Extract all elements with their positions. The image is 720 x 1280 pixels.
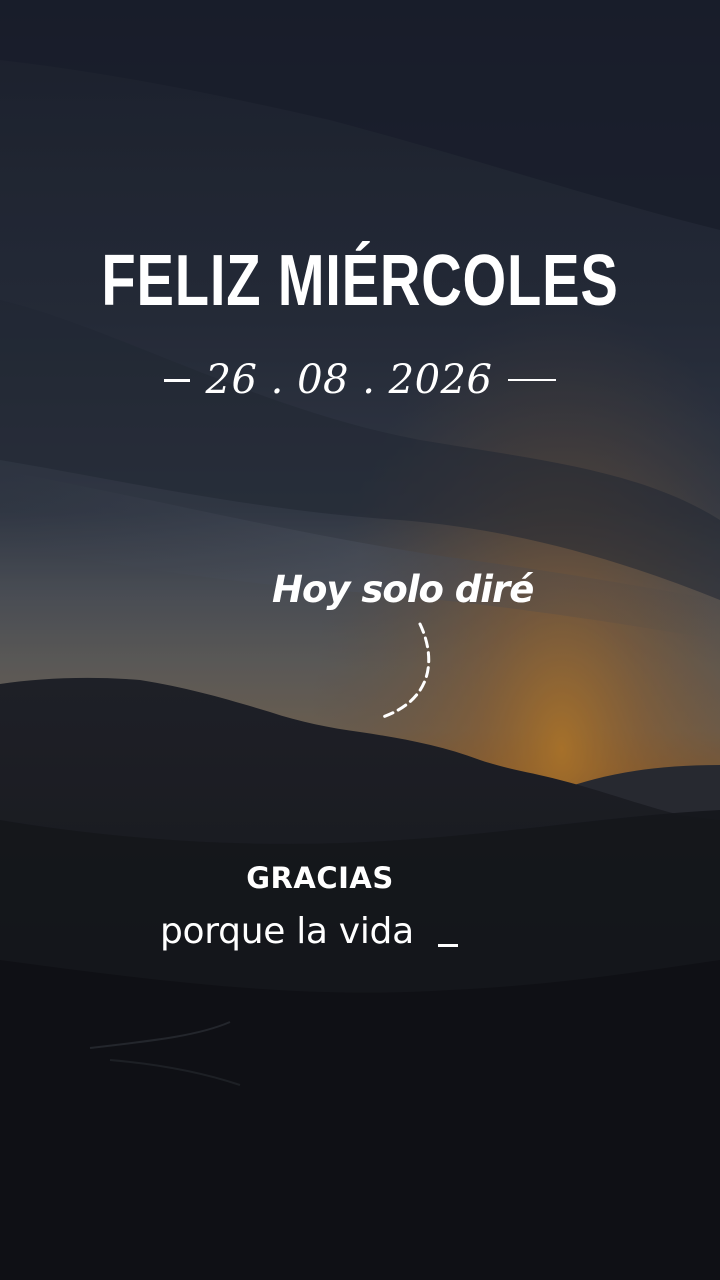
- highlight-text: GRACIAS: [246, 861, 394, 895]
- page-title: FELIZ MIÉRCOLES: [101, 241, 619, 321]
- date-text: 26 . 08 . 2026: [205, 357, 493, 403]
- intro-text: Hoy solo diré: [272, 568, 534, 611]
- background-dim-overlay: [0, 0, 720, 1280]
- highlight-word: GRACIAS: [0, 858, 720, 898]
- date-line: 26 . 08 . 2026: [0, 350, 720, 410]
- left-dash-decoration: [163, 378, 190, 382]
- message-text: porque la vida: [160, 911, 414, 952]
- text-cursor: [438, 944, 458, 947]
- right-dash-decoration: [508, 379, 557, 381]
- dashed-curved-arrow-icon: [378, 622, 431, 720]
